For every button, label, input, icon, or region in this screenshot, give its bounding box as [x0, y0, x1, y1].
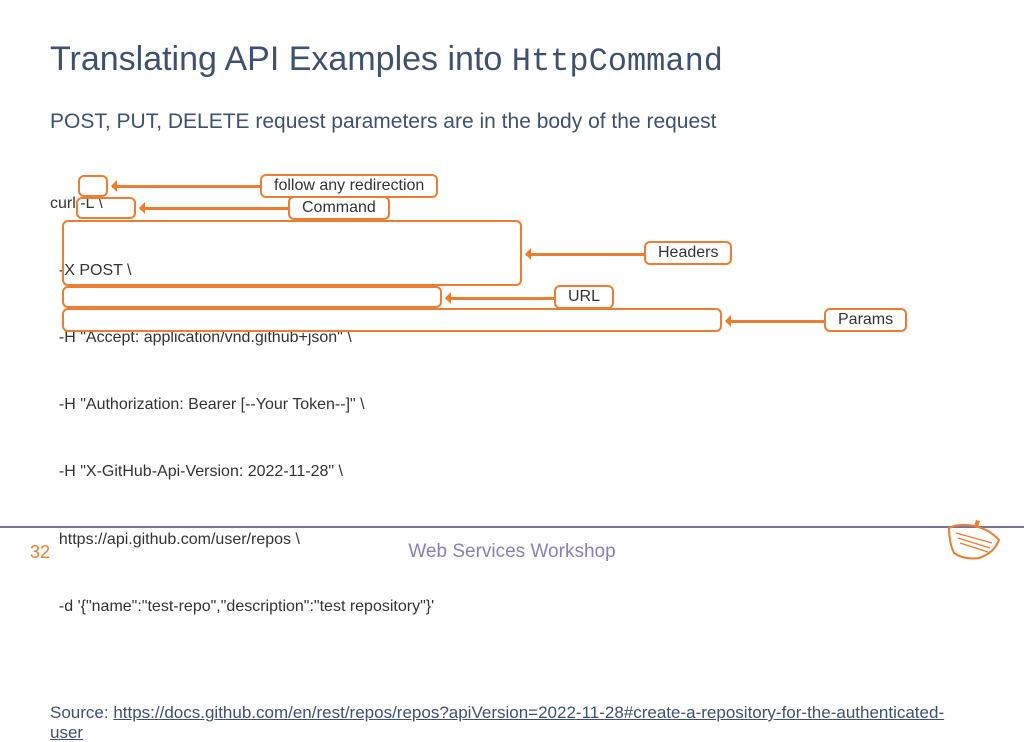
- code-line-2: -X POST \: [50, 260, 974, 282]
- subheading: POST, PUT, DELETE request parameters are…: [50, 110, 974, 134]
- source-text: Source: https://docs.github.com/en/rest/…: [50, 703, 974, 742]
- title-mono: HttpCommand: [512, 43, 723, 80]
- title-prefix: Translating API Examples into: [50, 40, 512, 78]
- source-prefix: Source:: [50, 703, 113, 722]
- code-line-1: curl -L \: [50, 193, 974, 215]
- code-line-6: https://api.github.com/user/repos \: [50, 529, 974, 551]
- page-title: Translating API Examples into HttpComman…: [50, 40, 974, 80]
- code-block: curl -L \ -X POST \ -H "Accept: applicat…: [50, 148, 974, 663]
- code-line-5: -H "X-GitHub-Api-Version: 2022-11-28" \: [50, 461, 974, 483]
- code-line-4: -H "Authorization: Bearer [--Your Token-…: [50, 394, 974, 416]
- source-link[interactable]: https://docs.github.com/en/rest/repos/re…: [50, 703, 944, 742]
- code-line-3: -H "Accept: application/vnd.github+json"…: [50, 327, 974, 349]
- code-line-7: -d '{"name":"test-repo","description":"t…: [50, 596, 974, 618]
